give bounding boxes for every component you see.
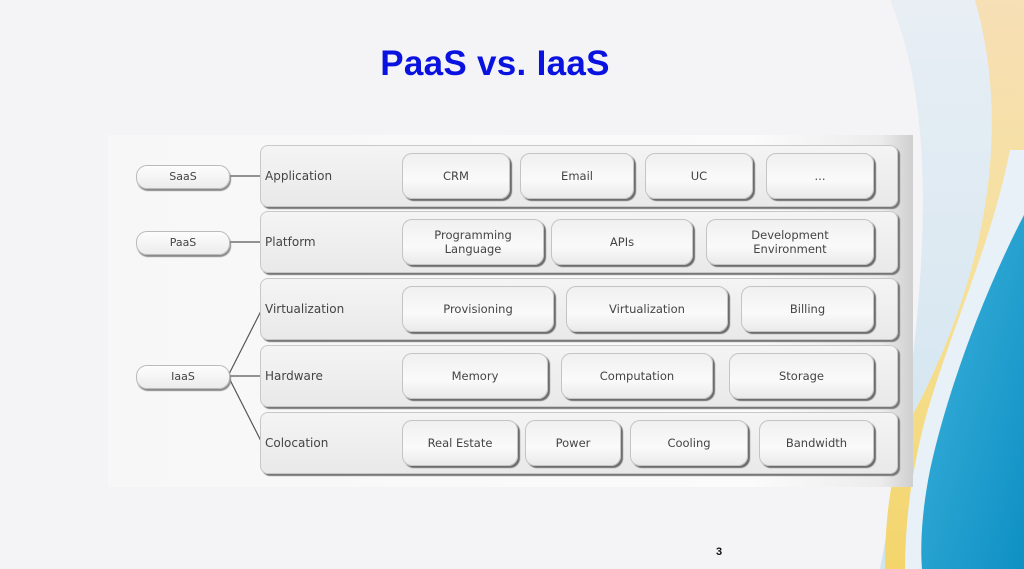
component-box: Email — [520, 153, 634, 199]
layer-label: Virtualization — [265, 302, 345, 316]
page-number: 3 — [716, 546, 723, 558]
component-box: Provisioning — [402, 286, 554, 332]
component-box: Real Estate — [402, 420, 518, 466]
service-model-iaas: IaaS — [136, 365, 230, 389]
layer-virtualization: Virtualization Provisioning Virtualizati… — [260, 278, 898, 340]
component-box: CRM — [402, 153, 510, 199]
component-box: ... — [766, 153, 874, 199]
layer-application: Application CRM Email UC ... — [260, 145, 898, 207]
layer-label: Application — [265, 169, 333, 183]
component-box: UC — [645, 153, 753, 199]
layer-colocation: Colocation Real Estate Power Cooling Ban… — [260, 412, 898, 474]
layer-platform: Platform Programming Language APIs Devel… — [260, 211, 898, 273]
connector-iaas-virtualization — [227, 308, 263, 377]
component-box: Computation — [561, 353, 713, 399]
cloud-stack-diagram: SaaS PaaS IaaS Application CRM Email UC … — [108, 135, 913, 487]
component-box: Cooling — [630, 420, 748, 466]
connector-iaas-colocation — [227, 375, 263, 444]
component-box: Programming Language — [402, 219, 544, 265]
service-model-saas: SaaS — [136, 165, 230, 189]
component-box: Power — [525, 420, 621, 466]
slide-title: PaaS vs. IaaS — [380, 44, 610, 83]
service-model-paas: PaaS — [136, 231, 230, 255]
layer-label: Platform — [265, 235, 316, 249]
component-box: APIs — [551, 219, 693, 265]
layer-label: Colocation — [265, 436, 329, 450]
component-box: Memory — [402, 353, 548, 399]
component-box: Development Environment — [706, 219, 874, 265]
layer-label: Hardware — [265, 369, 323, 383]
component-box: Billing — [741, 286, 874, 332]
component-box: Storage — [729, 353, 874, 399]
layer-hardware: Hardware Memory Computation Storage — [260, 345, 898, 407]
component-box: Bandwidth — [759, 420, 874, 466]
component-box: Virtualization — [566, 286, 728, 332]
